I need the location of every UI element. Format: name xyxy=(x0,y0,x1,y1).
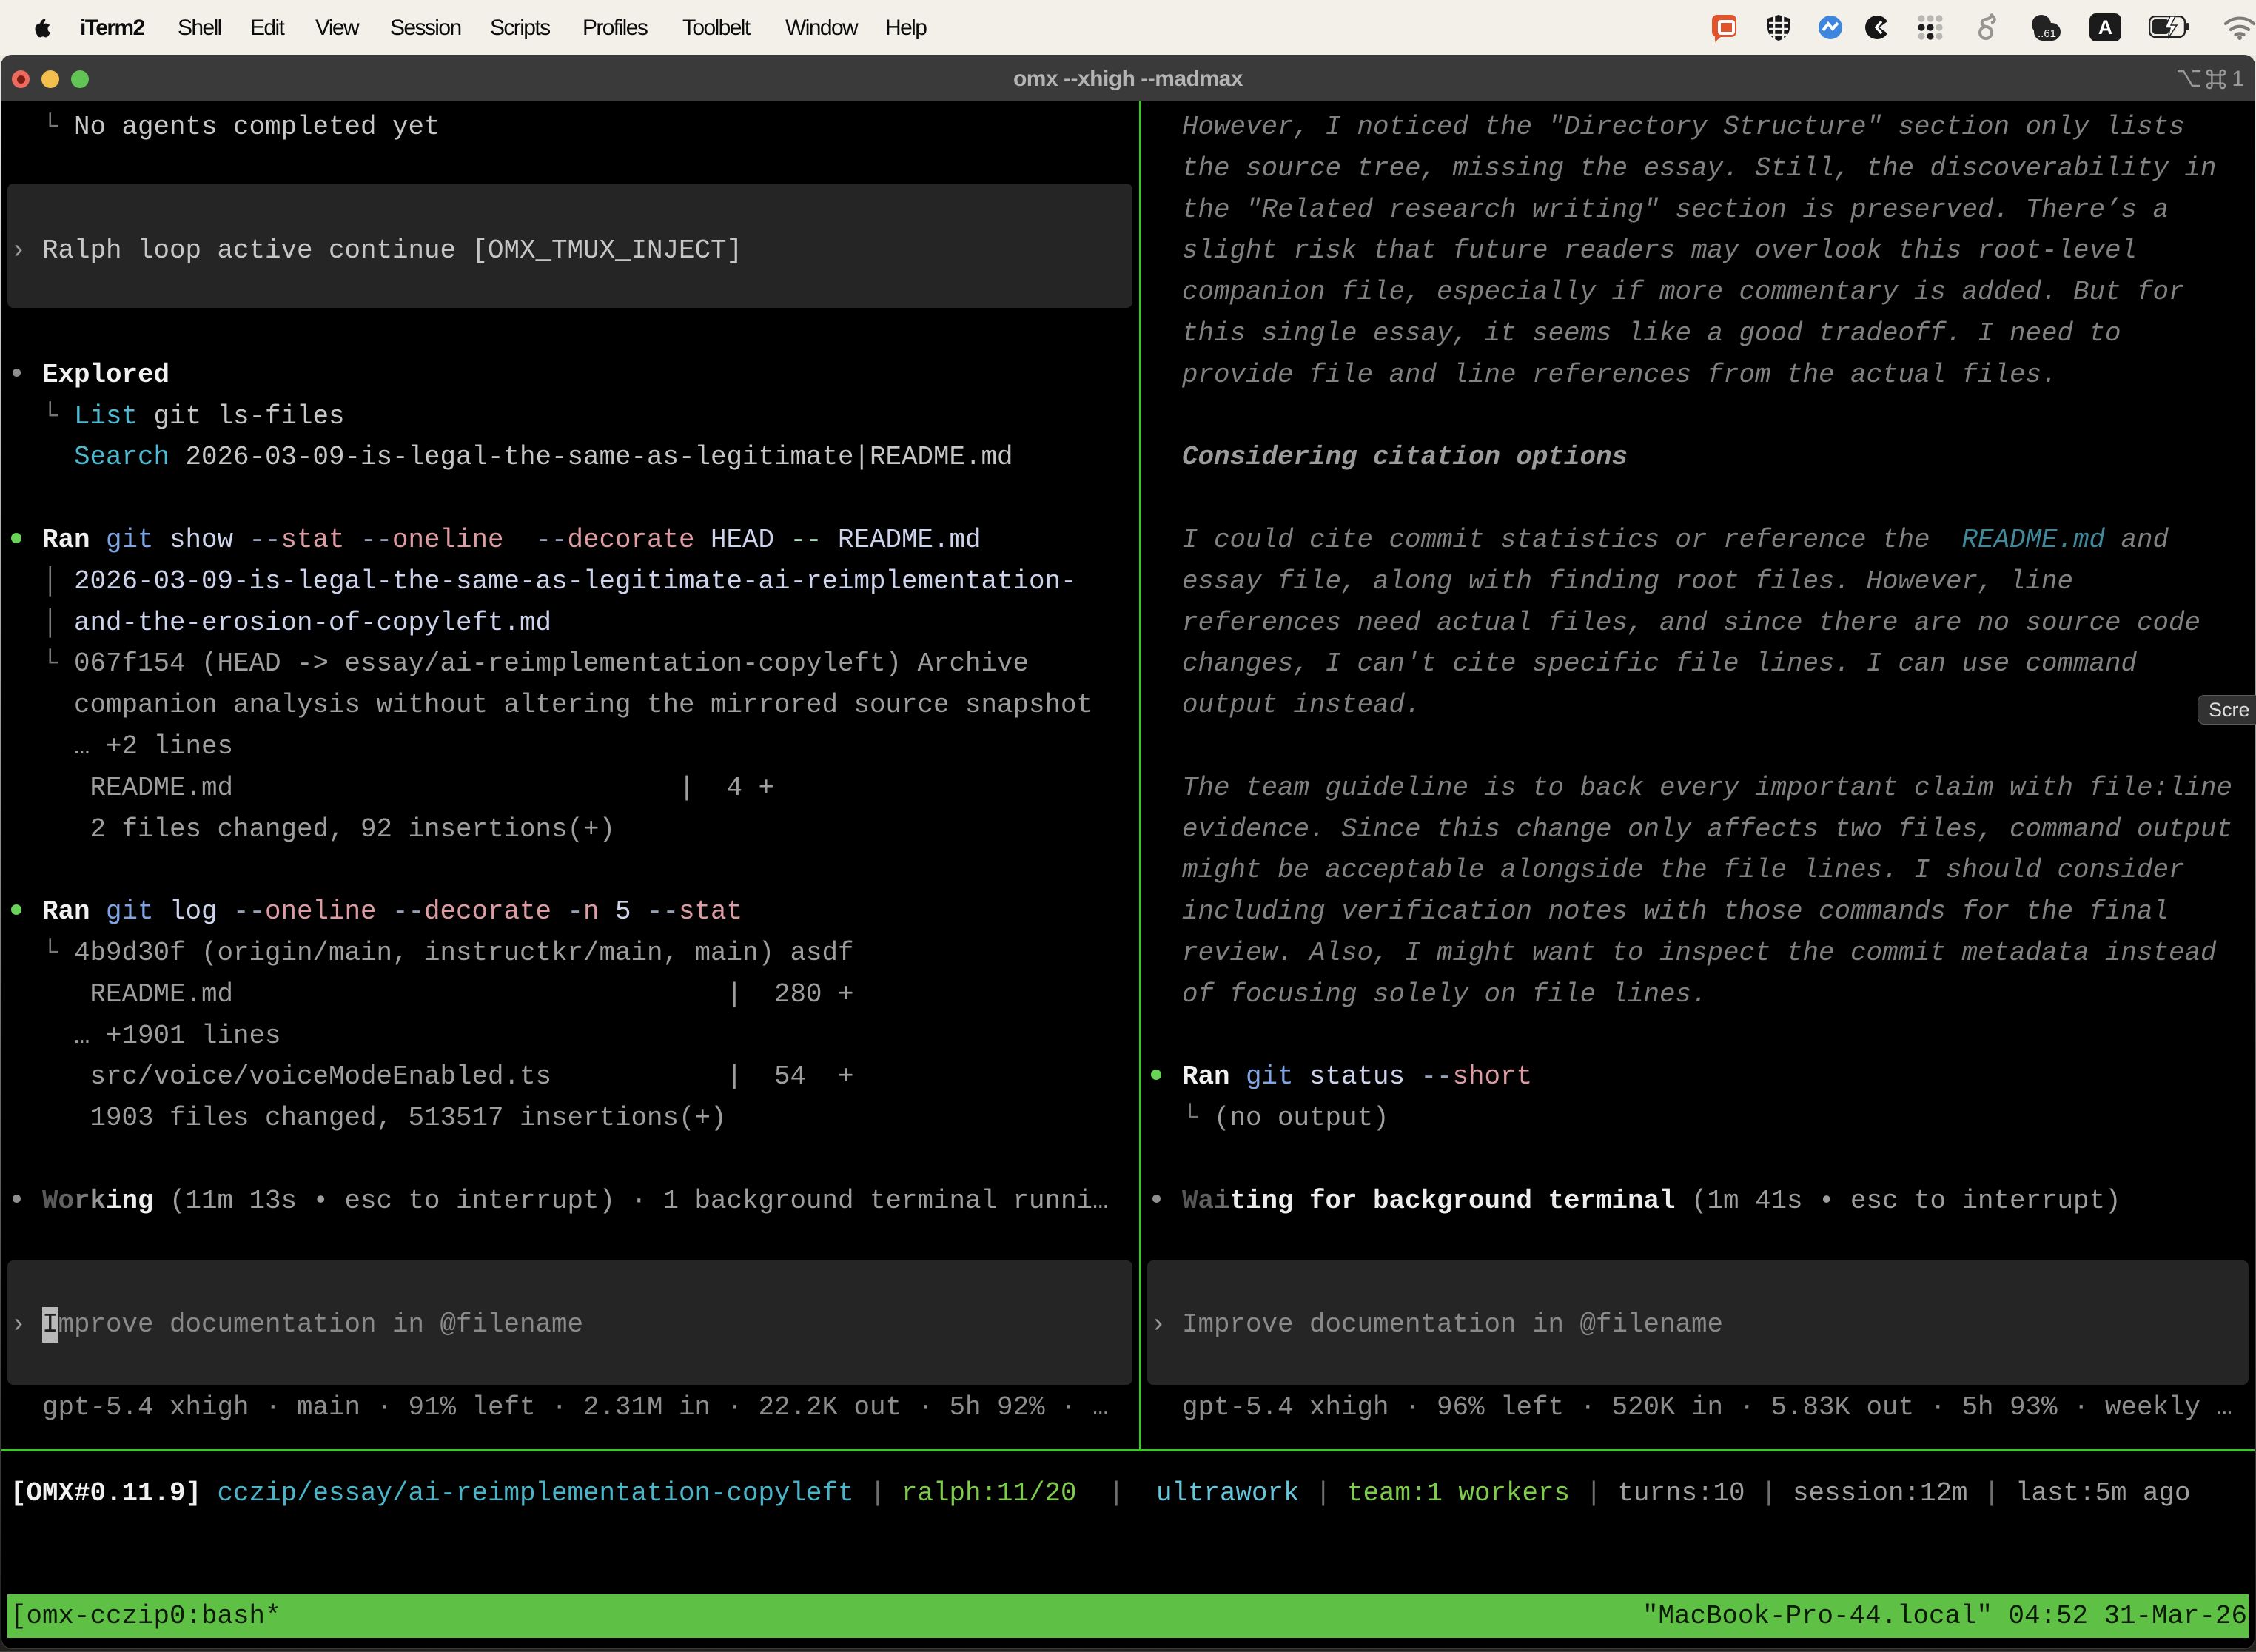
svg-text:..61: ..61 xyxy=(2038,27,2056,40)
